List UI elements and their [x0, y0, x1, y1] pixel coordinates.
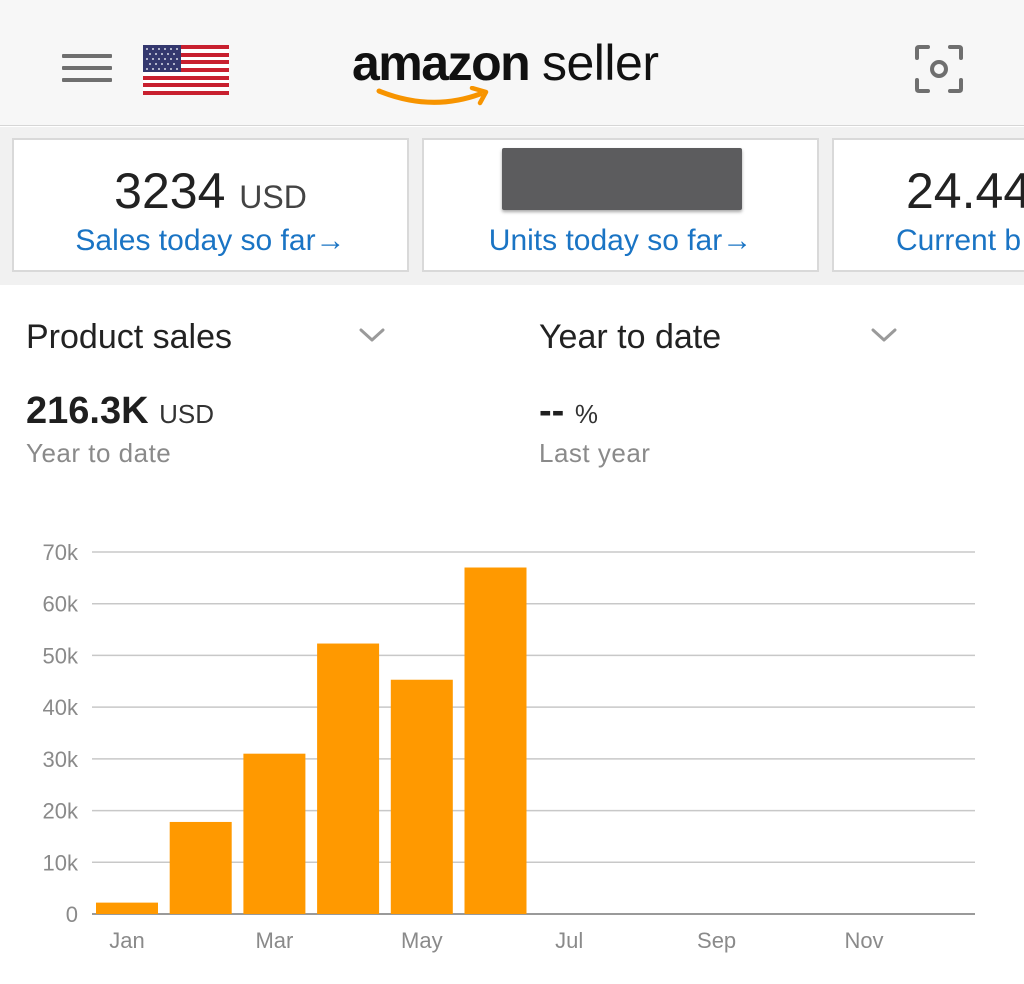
comparison-value: --	[539, 390, 565, 432]
us-flag-icon[interactable]	[143, 45, 229, 95]
sales-today-number: 3234	[114, 163, 226, 219]
x-tick-label: Jan	[109, 928, 144, 953]
bar-jan[interactable]	[96, 902, 158, 914]
sales-total-unit: USD	[159, 399, 215, 429]
current-balance-card[interactable]: 24.44 Current b	[832, 138, 1024, 272]
y-tick-label: 0	[66, 902, 78, 927]
sales-today-card[interactable]: 3234 USD Sales today so far→	[12, 138, 409, 272]
chevron-down-icon[interactable]	[358, 326, 386, 344]
x-tick-label: Mar	[255, 928, 293, 953]
bar-apr[interactable]	[317, 643, 380, 914]
units-today-card[interactable]: Units today so far→	[422, 138, 819, 272]
bar-mar[interactable]	[243, 753, 306, 914]
y-tick-label: 10k	[43, 850, 79, 875]
logo-wordmark-amazon: amazon	[352, 35, 531, 91]
units-today-link[interactable]: Units today so far→	[424, 224, 817, 258]
hamburger-menu-icon[interactable]	[62, 54, 112, 86]
current-balance-value: 24.44	[906, 163, 1024, 219]
sales-today-link[interactable]: Sales today so far→	[14, 224, 407, 258]
sales-total-label: Year to date	[26, 438, 172, 468]
summary-cards: 3234 USD Sales today so far→ Units today…	[0, 127, 1024, 285]
sales-today-unit: USD	[239, 179, 307, 215]
metric-selector[interactable]: Product sales	[26, 318, 232, 357]
sales-total-value: 216.3K	[26, 390, 149, 432]
sales-total: 216.3K USD	[26, 390, 214, 433]
y-tick-label: 50k	[43, 643, 79, 668]
y-tick-label: 60k	[43, 592, 79, 617]
x-tick-label: Jul	[555, 928, 583, 953]
y-tick-label: 30k	[43, 747, 79, 772]
current-balance-link[interactable]: Current b	[896, 224, 1024, 258]
comparison-total: -- %	[539, 390, 598, 433]
monthly-sales-chart: 0 10k 20k 30k 40k 50k 60k 70k Jan Mar May Jul Sep Nov	[43, 540, 975, 953]
comparison-label: Last year	[539, 438, 651, 468]
x-tick-label: May	[401, 928, 443, 953]
chevron-down-icon[interactable]	[870, 326, 898, 344]
redacted-value	[502, 148, 742, 210]
app-header: amazon seller	[0, 0, 1024, 126]
bar-may[interactable]	[390, 679, 453, 914]
logo-wordmark-seller: seller	[542, 35, 659, 91]
bar-feb[interactable]	[169, 821, 232, 914]
y-tick-label: 70k	[43, 540, 79, 565]
scan-icon[interactable]	[914, 44, 964, 94]
amazon-seller-logo: amazon seller	[352, 34, 682, 114]
amazon-smile-icon	[376, 86, 489, 106]
y-tick-label: 20k	[43, 799, 79, 824]
x-tick-label: Sep	[697, 928, 736, 953]
comparison-unit: %	[574, 399, 598, 429]
y-tick-label: 40k	[43, 695, 79, 720]
sales-today-value: 3234 USD	[14, 162, 407, 220]
x-tick-label: Nov	[844, 928, 883, 953]
period-selector[interactable]: Year to date	[539, 318, 721, 357]
bar-jun[interactable]	[464, 567, 527, 914]
